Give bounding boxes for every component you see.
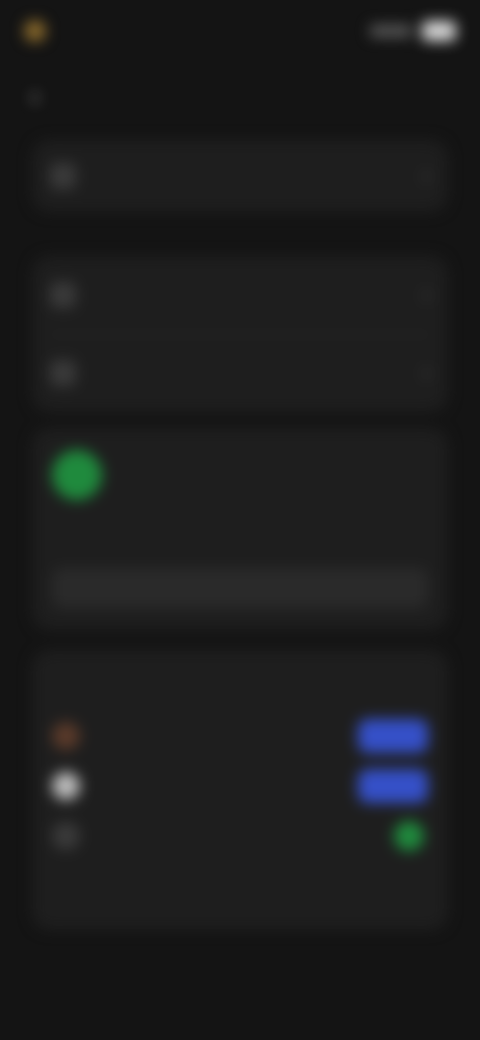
app-screen: ‹ › › ›: [0, 0, 480, 1040]
account-icon: [52, 822, 80, 850]
chevron-right-icon: ›: [423, 283, 430, 306]
divider: [50, 334, 430, 335]
battery-icon: [422, 21, 456, 41]
signal-icon: [370, 25, 412, 37]
connected-badge[interactable]: [358, 719, 428, 753]
back-button[interactable]: ‹: [22, 84, 48, 110]
settings-row[interactable]: ›: [32, 260, 448, 330]
update-status-icon: [52, 450, 102, 500]
row-icon: [50, 163, 76, 189]
check-icon: [394, 821, 424, 851]
header: ‹: [0, 74, 480, 120]
app-indicator-icon: [24, 20, 46, 42]
status-bar: [24, 14, 456, 48]
update-button[interactable]: [52, 568, 428, 608]
connected-badge[interactable]: [358, 769, 428, 803]
settings-row[interactable]: ›: [32, 338, 448, 408]
chevron-right-icon: ›: [423, 164, 430, 187]
row-icon: [50, 360, 76, 386]
row-icon: [50, 282, 76, 308]
settings-card-2: › ›: [32, 256, 448, 412]
update-card: [32, 428, 448, 630]
connection-row[interactable]: [52, 766, 428, 806]
connections-card: [32, 650, 448, 930]
connection-row[interactable]: [52, 816, 428, 856]
account-icon: [52, 772, 80, 800]
settings-row[interactable]: ›: [32, 141, 448, 211]
settings-card-1: ›: [32, 140, 448, 212]
connection-row[interactable]: [52, 716, 428, 756]
account-icon: [52, 722, 80, 750]
chevron-right-icon: ›: [423, 361, 430, 384]
